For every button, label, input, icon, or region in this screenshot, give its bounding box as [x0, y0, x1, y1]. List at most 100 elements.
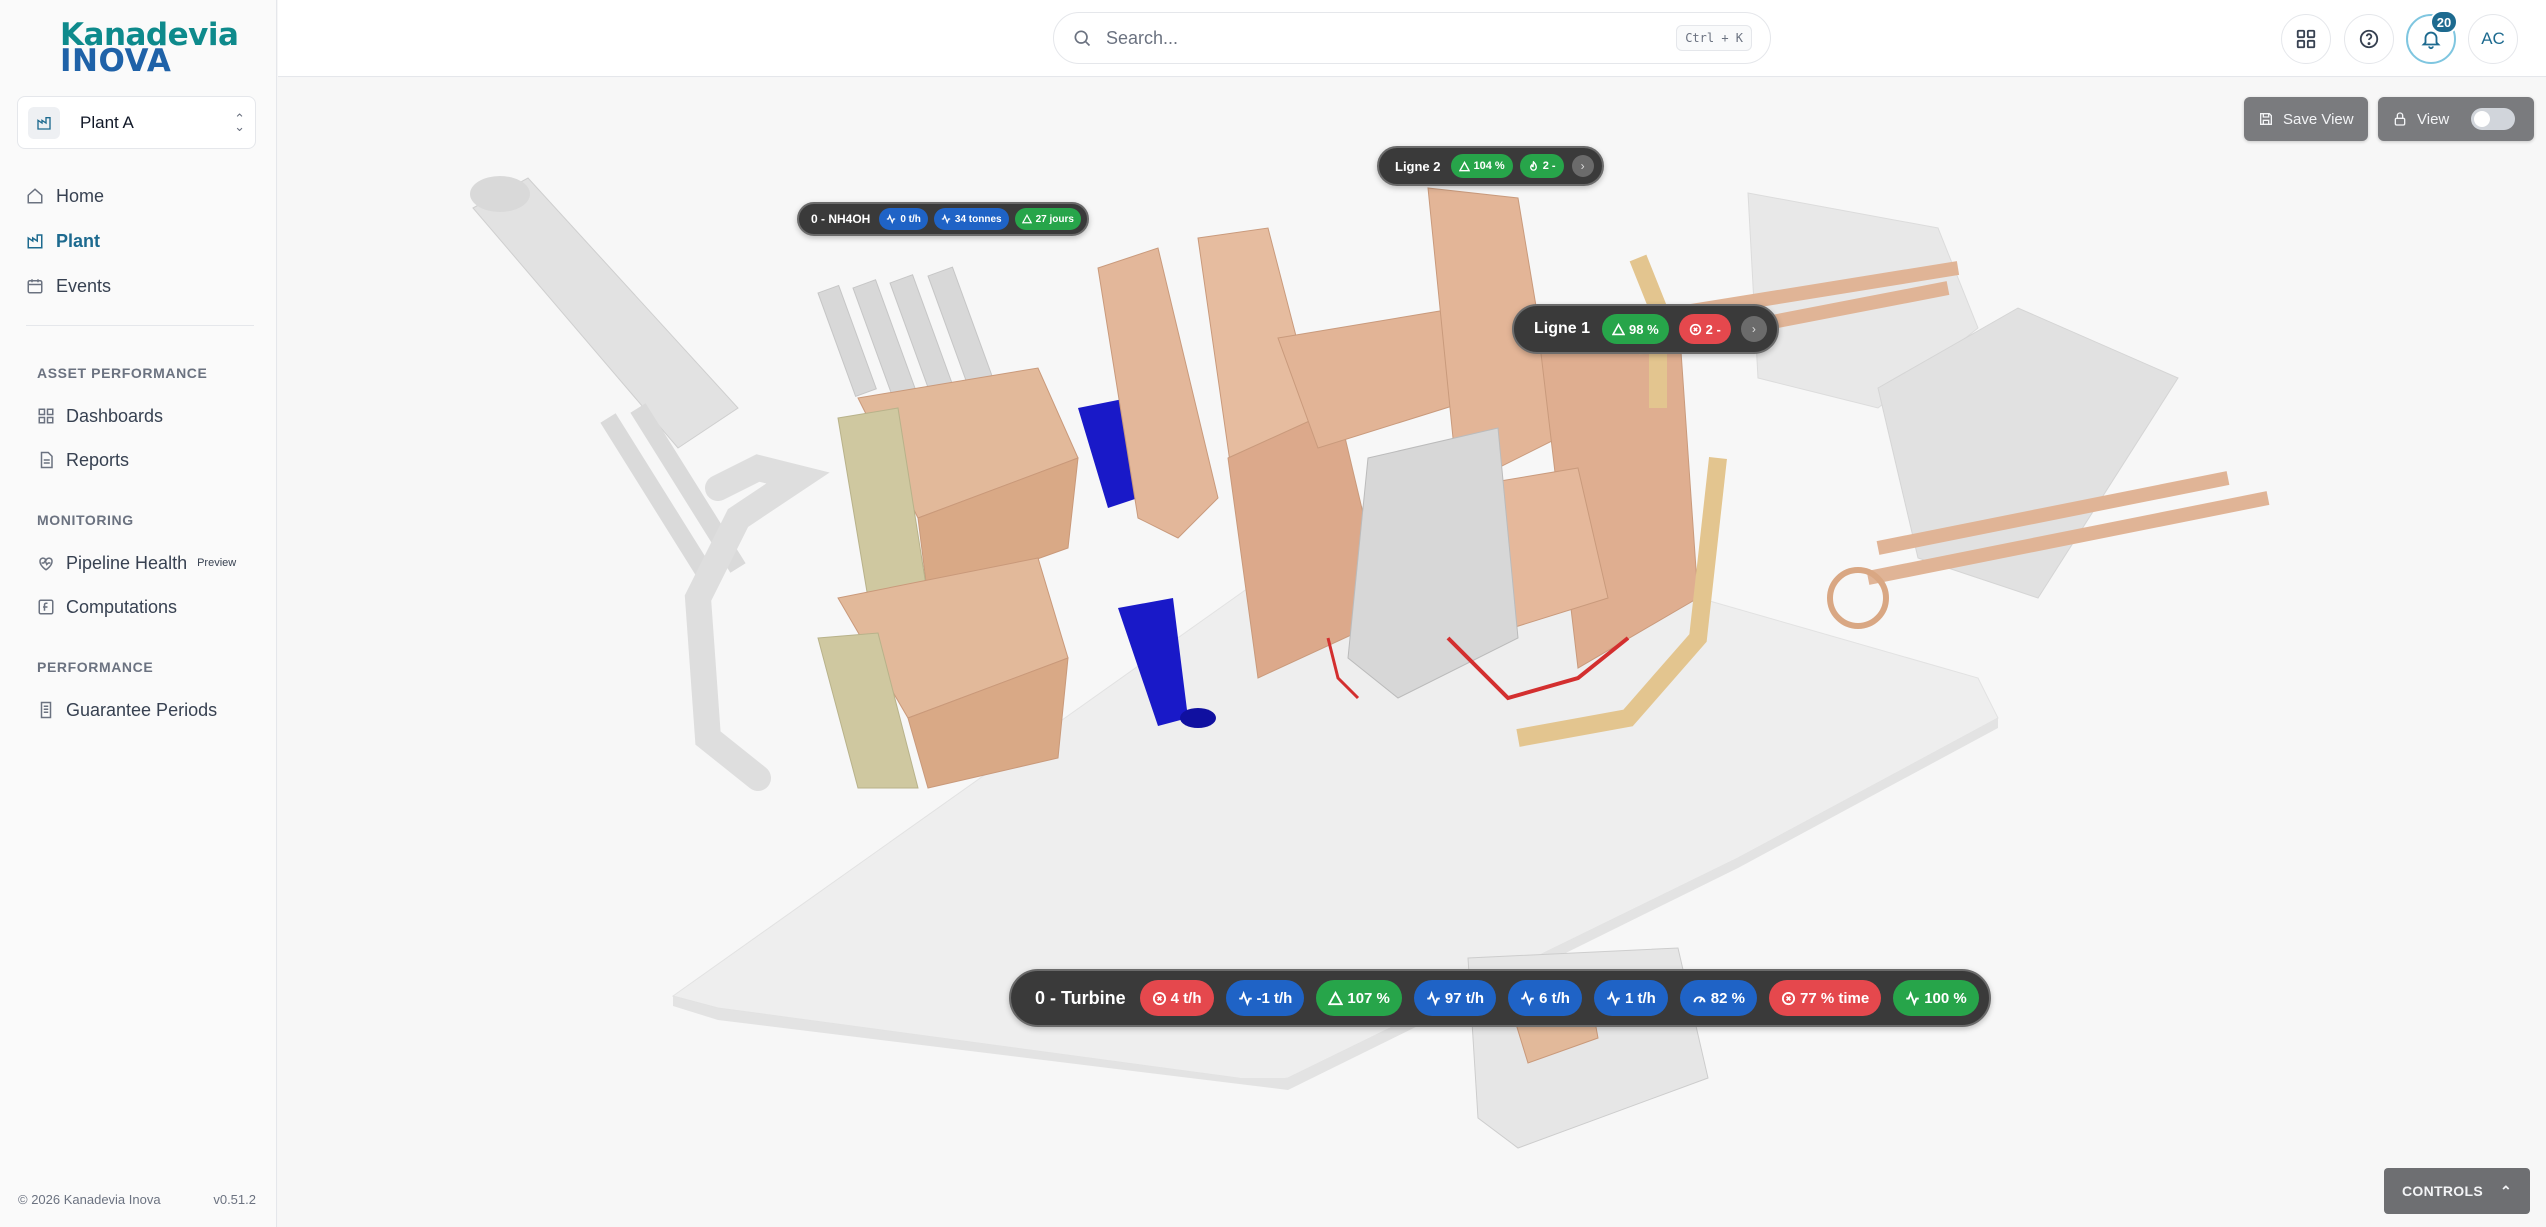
overlay-nh4oh-chip-flow[interactable]: 0 t/h: [879, 208, 928, 230]
help-icon: [2359, 29, 2379, 49]
nav-dashboards[interactable]: Dashboards: [37, 402, 163, 430]
calendar-icon: [27, 279, 43, 294]
version: v0.51.2: [213, 1192, 256, 1207]
sidebar: Kanadevia INOVA Plant A ⌃ ⌄ Home Plant Ev…: [0, 0, 277, 1227]
gauge-icon: [1693, 995, 1706, 1003]
overlay-ligne-1[interactable]: Ligne 1 98 % 2 - ›: [1512, 304, 1779, 354]
overlay-turbine-title: 0 - Turbine: [1035, 987, 1126, 1008]
chip-value: 82 %: [1710, 989, 1745, 1007]
overlay-ligne-1-chip-load[interactable]: 98 %: [1602, 314, 1669, 344]
dashboard-icon: [38, 408, 54, 424]
nav-pipeline-health-label: Pipeline Health: [66, 552, 188, 573]
warning-icon: [1458, 160, 1470, 171]
notification-count: 20: [2430, 10, 2458, 34]
search-bar[interactable]: Search... Ctrl + K: [1053, 12, 1771, 64]
overlay-ligne-2[interactable]: Ligne 2 104 % 2 - ›: [1377, 146, 1604, 186]
overlay-nh4oh-title: 0 - NH4OH: [811, 212, 871, 226]
overlay-turbine-chip-5[interactable]: 6 t/h: [1508, 980, 1582, 1016]
chip-value: 27 jours: [1035, 213, 1074, 225]
activity-icon: [1906, 990, 1919, 1006]
apps-button[interactable]: [2281, 14, 2331, 64]
view-toggle-button[interactable]: View: [2378, 97, 2534, 141]
section-performance: PERFORMANCE: [37, 659, 154, 675]
activity-icon: [887, 214, 896, 224]
save-view-button[interactable]: Save View: [2244, 97, 2368, 141]
chip-value: 100 %: [1924, 989, 1967, 1007]
avatar-initials: AC: [2481, 29, 2505, 48]
chip-value: 34 tonnes: [954, 213, 1002, 225]
nav-guarantee-periods-label: Guarantee Periods: [66, 699, 218, 720]
home-icon: [27, 188, 43, 204]
chip-value: 2 -: [1705, 321, 1721, 337]
plant-3d-model[interactable]: [278, 78, 2546, 1227]
chip-value: 0 t/h: [900, 213, 921, 225]
brand-logo[interactable]: Kanadevia INOVA: [60, 20, 239, 77]
overlay-nh4oh[interactable]: 0 - NH4OH 0 t/h 34 tonnes 27 jours: [797, 202, 1089, 236]
overlay-nh4oh-chip-stock[interactable]: 34 tonnes: [933, 208, 1009, 230]
nav-home[interactable]: Home: [26, 182, 104, 210]
chevron-up-icon: ⌃: [2499, 1182, 2512, 1199]
alert-circle-icon: [1781, 991, 1796, 1005]
user-avatar[interactable]: AC: [2468, 14, 2518, 64]
nav-pipeline-health[interactable]: Pipeline Health Preview: [37, 549, 236, 577]
preview-badge: Preview: [197, 557, 237, 569]
view-label: View: [2417, 110, 2450, 128]
nav-events-label: Events: [56, 275, 112, 296]
plant-3d-viewport[interactable]: Save View View 0 - NH4OH 0 t/h 34 tonnes…: [278, 78, 2546, 1227]
warning-icon: [1612, 322, 1626, 335]
overlay-turbine-chip-8[interactable]: 77 % time: [1768, 980, 1882, 1016]
warning-icon: [1328, 990, 1344, 1005]
overlay-turbine-chip-7[interactable]: 82 %: [1679, 980, 1757, 1016]
overlay-ligne-2-chip-count[interactable]: 2 -: [1519, 154, 1564, 178]
view-toggle-switch[interactable]: [2471, 108, 2516, 130]
nav-guarantee-periods[interactable]: Guarantee Periods: [37, 696, 217, 724]
notifications-button[interactable]: 20: [2406, 10, 2458, 64]
chip-value: 107 %: [1347, 989, 1390, 1007]
search-input[interactable]: Search...: [1106, 28, 1676, 49]
chevron-right-icon[interactable]: ›: [1571, 155, 1594, 177]
function-icon: [38, 599, 54, 615]
save-icon: [2260, 113, 2272, 125]
nav-plant-label: Plant: [56, 230, 101, 251]
help-button[interactable]: [2344, 14, 2394, 64]
plant-selector[interactable]: Plant A ⌃ ⌄: [17, 96, 256, 149]
heart-pulse-icon: [39, 557, 53, 571]
divider: [26, 325, 254, 326]
alert-circle-icon: [1689, 323, 1701, 335]
overlay-ligne-1-chip-alerts[interactable]: 2 -: [1678, 314, 1731, 344]
overlay-turbine-chip-6[interactable]: 1 t/h: [1593, 980, 1668, 1016]
overlay-turbine-chip-2[interactable]: -1 t/h: [1225, 980, 1305, 1016]
activity-icon: [1238, 990, 1252, 1006]
nav-reports[interactable]: Reports: [37, 446, 129, 474]
overlay-nh4oh-chip-days[interactable]: 27 jours: [1014, 208, 1081, 230]
overlay-turbine[interactable]: 0 - Turbine 4 t/h -1 t/h 107 % 97 t/h 6 …: [1009, 969, 1991, 1027]
overlay-ligne-2-title: Ligne 2: [1395, 158, 1441, 174]
overlay-turbine-chip-1[interactable]: 4 t/h: [1139, 980, 1214, 1016]
activity-icon: [1427, 990, 1440, 1006]
save-view-label: Save View: [2283, 110, 2354, 128]
nav-plant[interactable]: Plant: [26, 227, 100, 255]
chip-value: 98 %: [1629, 321, 1659, 337]
controls-button[interactable]: CONTROLS ⌃: [2384, 1168, 2530, 1214]
activity-icon: [1607, 990, 1620, 1006]
plant-icon: [28, 106, 60, 139]
chip-value: 4 t/h: [1170, 989, 1202, 1007]
document-icon: [40, 701, 52, 719]
chevron-right-icon[interactable]: ›: [1740, 316, 1767, 342]
overlay-turbine-chip-4[interactable]: 97 t/h: [1413, 980, 1497, 1016]
search-shortcut: Ctrl + K: [1676, 25, 1752, 51]
grid-icon: [2296, 29, 2316, 49]
warning-icon: [1021, 214, 1032, 224]
nav-events[interactable]: Events: [26, 272, 111, 300]
overlay-turbine-chip-3[interactable]: 107 %: [1316, 980, 1402, 1016]
overlay-turbine-chip-9[interactable]: 100 %: [1893, 980, 1979, 1016]
top-bar: Search... Ctrl + K 20 AC: [278, 0, 2546, 77]
chip-value: 104 %: [1473, 160, 1505, 172]
activity-icon: [1521, 990, 1534, 1006]
sidebar-footer: © 2026 Kanadevia Inova v0.51.2: [18, 1192, 256, 1207]
nav-computations[interactable]: Computations: [37, 593, 177, 621]
chip-value: 1 t/h: [1624, 989, 1656, 1007]
overlay-ligne-2-chip-load[interactable]: 104 %: [1450, 154, 1513, 178]
nav-reports-label: Reports: [66, 449, 130, 470]
flame-icon: [1529, 160, 1537, 171]
